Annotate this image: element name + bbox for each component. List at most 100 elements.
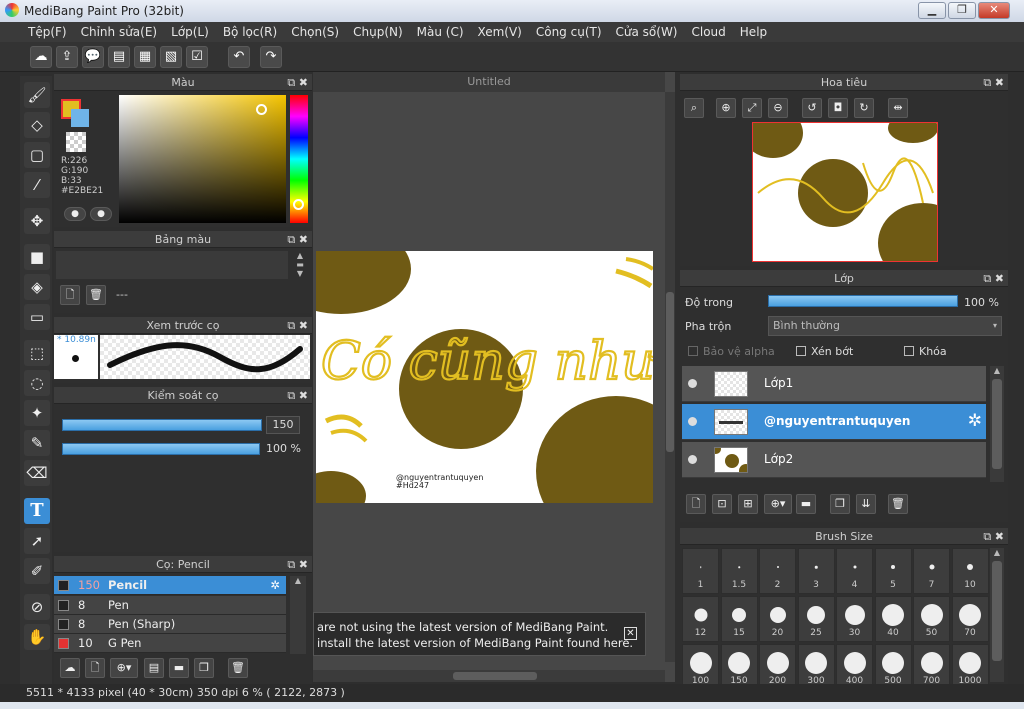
- eraser-tool-icon[interactable]: ◇: [24, 112, 50, 138]
- brush-size-cell[interactable]: 4: [836, 548, 873, 594]
- add-brush-menu-icon[interactable]: ⊕▾: [110, 658, 138, 678]
- brush-settings-icon[interactable]: ▤: [144, 658, 164, 678]
- divide-tool-icon[interactable]: ✐: [24, 558, 50, 584]
- new-halftone-layer-icon[interactable]: ⊡: [712, 494, 732, 514]
- clip-checkbox[interactable]: Xén bớt: [796, 345, 853, 358]
- brush-size-cell[interactable]: 25: [797, 596, 835, 642]
- minimize-button[interactable]: ▁: [918, 2, 946, 19]
- menu-filter[interactable]: Bộ lọc(R): [223, 25, 277, 39]
- brush-tool-icon[interactable]: 🖌: [24, 82, 50, 108]
- rectangle-tool-icon[interactable]: ▢: [24, 142, 50, 168]
- new-layer-icon[interactable]: 🗋: [686, 494, 706, 514]
- brush-item-pencil[interactable]: 150 Pencil ✲: [54, 576, 286, 595]
- brush-size-cell[interactable]: 5: [874, 548, 912, 594]
- panel-buttons[interactable]: ⧉ ✖: [983, 528, 1004, 545]
- menu-layer[interactable]: Lớp(L): [171, 25, 209, 39]
- menu-cloud[interactable]: Cloud: [692, 25, 726, 39]
- layer-opacity-slider[interactable]: [768, 295, 958, 307]
- message-icon[interactable]: ▤: [108, 46, 130, 68]
- saturation-value-picker[interactable]: [119, 95, 286, 223]
- redo-icon[interactable]: ↷: [260, 46, 282, 68]
- upload-icon[interactable]: ⇪: [56, 46, 78, 68]
- new-brush-icon[interactable]: 🗋: [85, 658, 105, 678]
- magic-wand-tool-icon[interactable]: ✦: [24, 400, 50, 426]
- comment-icon[interactable]: 💬: [82, 46, 104, 68]
- menu-file[interactable]: Tệp(F): [28, 25, 67, 39]
- menu-edit[interactable]: Chỉnh sửa(E): [81, 25, 158, 39]
- layers-scrollbar[interactable]: ▲: [990, 366, 1004, 482]
- brush-item-pen[interactable]: 8 Pen: [54, 596, 286, 615]
- document-canvas[interactable]: Có cũng như không @nguyentrantuquyen #Hd…: [316, 251, 653, 503]
- brush-size-slider[interactable]: [62, 419, 262, 431]
- duplicate-layer-icon[interactable]: ❐: [830, 494, 850, 514]
- add-layer-menu-icon[interactable]: ⊕▾: [764, 494, 792, 514]
- visibility-icon[interactable]: [688, 417, 697, 426]
- folder-icon[interactable]: ▬: [169, 658, 189, 678]
- menu-tools[interactable]: Công cụ(T): [536, 25, 602, 39]
- rotate-left-icon[interactable]: ↺: [802, 98, 822, 118]
- brush-size-cell[interactable]: 7: [913, 548, 950, 594]
- update-notice[interactable]: are not using the latest version of Medi…: [313, 612, 646, 656]
- brush-size-cell[interactable]: 10: [951, 548, 989, 594]
- blend-mode-select[interactable]: Bình thường ▾: [768, 316, 1002, 336]
- cloud-icon[interactable]: ☁: [30, 46, 52, 68]
- brush-size-cell[interactable]: 30: [836, 596, 873, 642]
- menu-view[interactable]: Xem(V): [478, 25, 522, 39]
- folder-icon[interactable]: ▬: [796, 494, 816, 514]
- text-tool-icon[interactable]: T: [24, 498, 50, 524]
- delete-palette-icon[interactable]: 🗑: [86, 285, 106, 305]
- brush-size-cell[interactable]: 40: [874, 596, 912, 642]
- select-tool-icon[interactable]: ⬚: [24, 340, 50, 366]
- brush-list-scrollbar[interactable]: ▲: [290, 576, 306, 654]
- brush-size-cell[interactable]: 3: [797, 548, 835, 594]
- bucket-tool-icon[interactable]: ◈: [24, 274, 50, 300]
- brush-size-cell[interactable]: 50: [913, 596, 950, 642]
- zoom-search-icon[interactable]: ⌕: [684, 98, 704, 118]
- document-icon[interactable]: ▦: [134, 46, 156, 68]
- close-notice-icon[interactable]: ✕: [624, 627, 637, 640]
- checklist-icon[interactable]: ☑: [186, 46, 208, 68]
- panel-buttons[interactable]: ⧉ ✖: [287, 317, 308, 334]
- lasso-tool-icon[interactable]: ◌: [24, 370, 50, 396]
- panel-buttons[interactable]: ⧉ ✖: [287, 231, 308, 248]
- brush-opacity-slider[interactable]: [62, 443, 260, 455]
- menu-help[interactable]: Help: [740, 25, 767, 39]
- visibility-icon[interactable]: [688, 379, 697, 388]
- gear-icon[interactable]: ✲: [270, 576, 280, 595]
- palette-scrollbar[interactable]: ▲ ▬ ▼: [292, 251, 308, 279]
- zoom-in-icon[interactable]: ⊕: [716, 98, 736, 118]
- canvas-area[interactable]: Untitled Có cũng như không @nguyentrantu…: [313, 72, 675, 682]
- operation-tool-icon[interactable]: ➚: [24, 528, 50, 554]
- template-icon[interactable]: ▧: [160, 46, 182, 68]
- new-8bit-layer-icon[interactable]: ⊞: [738, 494, 758, 514]
- menu-snap[interactable]: Chụp(N): [353, 25, 403, 39]
- menu-select[interactable]: Chọn(S): [291, 25, 339, 39]
- brush-item-g-pen[interactable]: 10 G Pen: [54, 634, 286, 653]
- close-button[interactable]: ✕: [978, 2, 1010, 19]
- dot-brush-tool-icon[interactable]: ⁄: [24, 172, 50, 198]
- move-tool-icon[interactable]: ✥: [24, 208, 50, 234]
- panel-buttons[interactable]: ⧉ ✖: [287, 74, 308, 91]
- navigator-thumbnail[interactable]: [752, 122, 938, 262]
- panel-buttons[interactable]: ⧉ ✖: [983, 270, 1004, 287]
- delete-layer-icon[interactable]: 🗑: [888, 494, 908, 514]
- brush-size-cell[interactable]: 12: [682, 596, 719, 642]
- delete-brush-icon[interactable]: 🗑: [228, 658, 248, 678]
- zoom-out-icon[interactable]: ⊖: [768, 98, 788, 118]
- layer-row-selected[interactable]: @nguyentrantuquyen ✲: [682, 404, 986, 440]
- select-eraser-tool-icon[interactable]: ⌫: [24, 460, 50, 486]
- brush-size-cell[interactable]: 20: [759, 596, 796, 642]
- panel-buttons[interactable]: ⧉ ✖: [287, 387, 308, 404]
- color-history-icon[interactable]: ●: [90, 207, 112, 221]
- brush-item-pen-sharp[interactable]: 8 Pen (Sharp): [54, 615, 286, 634]
- brush-size-value[interactable]: 150: [266, 416, 300, 434]
- gear-icon[interactable]: ✲: [968, 411, 982, 431]
- brush-size-cell[interactable]: 1.5: [720, 548, 758, 594]
- add-cloud-brush-icon[interactable]: ☁: [60, 658, 80, 678]
- document-tab[interactable]: Untitled: [313, 72, 665, 92]
- brush-size-cell[interactable]: 15: [720, 596, 758, 642]
- select-pen-tool-icon[interactable]: ✎: [24, 430, 50, 456]
- panel-buttons[interactable]: ⧉ ✖: [287, 556, 308, 573]
- background-color-swatch[interactable]: [71, 109, 89, 127]
- canvas-vertical-scrollbar[interactable]: [665, 92, 675, 662]
